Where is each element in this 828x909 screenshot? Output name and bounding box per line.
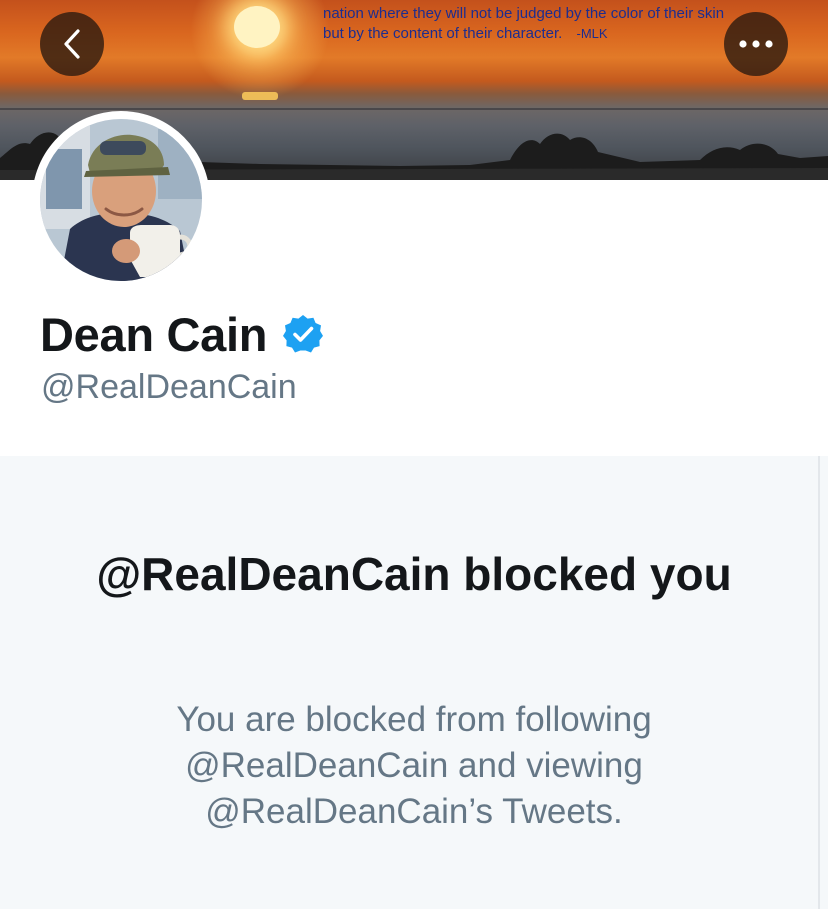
- sun-reflection: [242, 92, 278, 100]
- display-name: Dean Cain: [40, 307, 268, 361]
- chevron-left-icon: [64, 29, 80, 59]
- blocked-message-panel: [0, 456, 818, 909]
- banner-quote-attribution: -MLK: [576, 26, 608, 41]
- verified-badge-icon: [283, 314, 324, 353]
- scrollbar[interactable]: [818, 456, 828, 909]
- more-options-button[interactable]: [724, 12, 788, 76]
- blocked-description: You are blocked from following @RealDean…: [176, 700, 652, 831]
- profile-screen: nation where they will not be judged by …: [0, 0, 828, 909]
- more-horizontal-icon: [739, 40, 773, 48]
- avatar-illustration: [40, 119, 202, 281]
- sun: [234, 6, 280, 48]
- banner-quote-text: nation where they will not be judged by …: [323, 5, 725, 42]
- profile-avatar[interactable]: [32, 111, 210, 289]
- display-name-row: Dean Cain: [40, 306, 324, 362]
- profile-handle: @RealDeanCain: [41, 368, 297, 406]
- blocked-title: @RealDeanCain blocked you: [96, 548, 732, 600]
- banner-quote: nation where they will not be judged by …: [323, 4, 743, 44]
- back-button[interactable]: [40, 12, 104, 76]
- avatar-photo: [40, 119, 202, 281]
